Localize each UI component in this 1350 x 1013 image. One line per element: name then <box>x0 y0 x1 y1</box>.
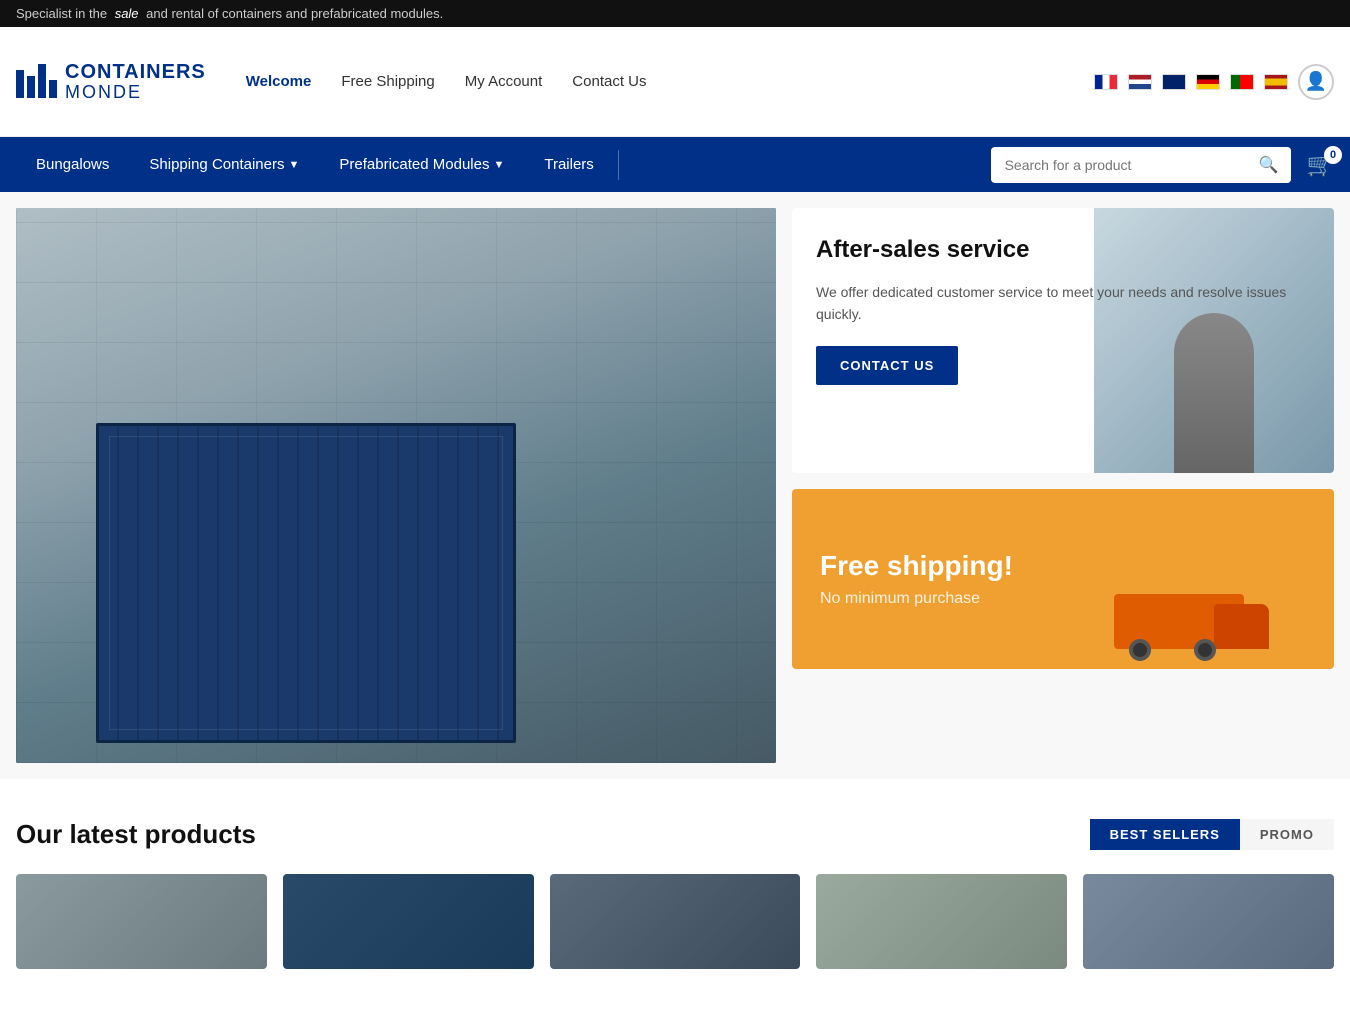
flag-pt[interactable] <box>1230 74 1254 90</box>
navbar-trailers[interactable]: Trailers <box>524 137 613 192</box>
nav-free-shipping[interactable]: Free Shipping <box>341 73 434 90</box>
logo-link[interactable]: CONTAINERS MONDE <box>16 61 206 103</box>
main-navbar: Bungalows Shipping Containers ▼ Prefabri… <box>0 137 1350 192</box>
search-button[interactable]: 🔍 <box>1247 147 1291 183</box>
product-tabs: BEST SELLERS PROMO <box>1090 819 1334 850</box>
free-shipping-content: Free shipping! No minimum purchase <box>792 526 1334 632</box>
latest-products-title: Our latest products <box>16 819 256 850</box>
logo-text: CONTAINERS MONDE <box>65 61 206 103</box>
header-right: 👤 <box>1094 64 1334 100</box>
logo-bar-3 <box>38 64 46 98</box>
top-banner: Specialist in the sale and rental of con… <box>0 0 1350 27</box>
product-card-3[interactable] <box>550 874 801 969</box>
site-header: CONTAINERS MONDE Welcome Free Shipping M… <box>0 27 1350 137</box>
after-sales-content: After-sales service We offer dedicated c… <box>792 208 1334 413</box>
free-shipping-panel: Free shipping! No minimum purchase <box>792 489 1334 669</box>
product-card-2[interactable] <box>283 874 534 969</box>
free-shipping-title: Free shipping! <box>820 550 1306 582</box>
chevron-down-icon: ▼ <box>288 159 299 171</box>
contact-us-button[interactable]: CONTACT US <box>816 346 958 385</box>
user-account-icon[interactable]: 👤 <box>1298 64 1334 100</box>
product-card-5[interactable] <box>1083 874 1334 969</box>
tab-promo[interactable]: PROMO <box>1240 819 1334 850</box>
after-sales-panel: After-sales service We offer dedicated c… <box>792 208 1334 473</box>
navbar-separator <box>618 150 619 180</box>
hero-blue-container <box>96 423 516 743</box>
truck-wheel-front <box>1194 639 1216 661</box>
banner-text-after: and rental of containers and prefabricat… <box>146 6 443 21</box>
logo-icon <box>16 64 57 98</box>
bottom-header: Our latest products BEST SELLERS PROMO <box>16 819 1334 850</box>
navbar-shipping-containers[interactable]: Shipping Containers ▼ <box>129 137 319 192</box>
product-card-4[interactable] <box>816 874 1067 969</box>
navbar-bungalows[interactable]: Bungalows <box>16 137 129 192</box>
banner-italic: sale <box>115 6 139 21</box>
flag-nl[interactable] <box>1128 74 1152 90</box>
products-row <box>16 874 1334 969</box>
flag-en[interactable] <box>1162 74 1186 90</box>
logo-bar-2 <box>27 76 35 98</box>
hero-image <box>16 208 776 763</box>
search-area: 🔍 <box>991 147 1291 183</box>
banner-text-before: Specialist in the <box>16 6 107 21</box>
nav-contact[interactable]: Contact Us <box>572 73 646 90</box>
bottom-section: Our latest products BEST SELLERS PROMO <box>0 779 1350 989</box>
logo-bar-4 <box>49 80 57 98</box>
side-panels: After-sales service We offer dedicated c… <box>792 208 1334 763</box>
cart-badge: 0 <box>1324 146 1342 164</box>
navbar-links: Bungalows Shipping Containers ▼ Prefabri… <box>16 137 991 192</box>
after-sales-description: We offer dedicated customer service to m… <box>816 281 1310 326</box>
flag-fr[interactable] <box>1094 74 1118 90</box>
logo-bar-1 <box>16 70 24 98</box>
search-box: 🔍 <box>991 147 1291 183</box>
product-card-1[interactable] <box>16 874 267 969</box>
nav-welcome[interactable]: Welcome <box>246 73 312 90</box>
tab-best-sellers[interactable]: BEST SELLERS <box>1090 819 1240 850</box>
nav-account[interactable]: My Account <box>465 73 543 90</box>
after-sales-title: After-sales service <box>816 236 1310 265</box>
free-shipping-subtitle: No minimum purchase <box>820 590 1306 608</box>
logo-brand: CONTAINERS <box>65 61 206 83</box>
flag-de[interactable] <box>1196 74 1220 90</box>
navbar-prefabricated-modules[interactable]: Prefabricated Modules ▼ <box>319 137 524 192</box>
main-content: After-sales service We offer dedicated c… <box>0 192 1350 779</box>
flag-es[interactable] <box>1264 74 1288 90</box>
chevron-down-icon: ▼ <box>493 159 504 171</box>
search-input[interactable] <box>991 149 1247 181</box>
truck-wheel-rear <box>1129 639 1151 661</box>
cart-icon[interactable]: 🛒 0 <box>1307 152 1334 178</box>
hero-container-visual <box>16 208 776 763</box>
logo-sub: MONDE <box>65 83 206 103</box>
header-nav: Welcome Free Shipping My Account Contact… <box>246 73 1094 90</box>
